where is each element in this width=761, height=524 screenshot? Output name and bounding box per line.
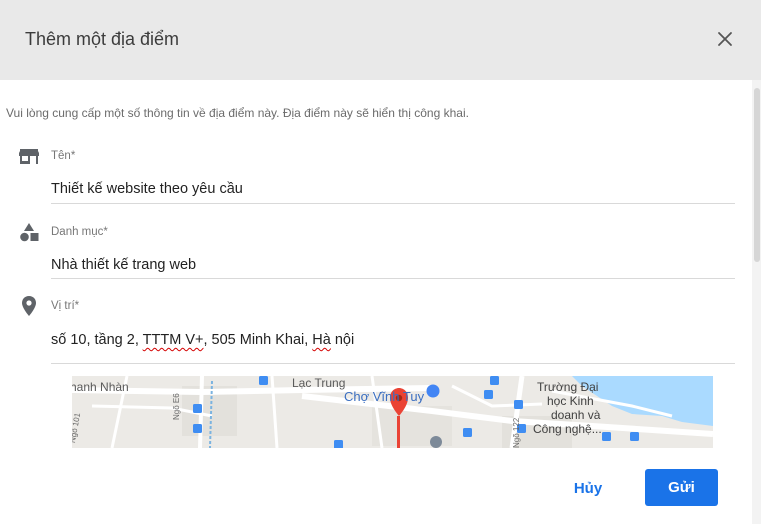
location-pin-icon [22,296,36,316]
add-place-dialog: Thêm một địa điểm Vui lòng cung cấp một … [0,0,761,524]
location-text-part: nội [330,332,355,348]
cancel-button[interactable]: Hủy [560,470,616,506]
location-label: Vị trí* [51,300,80,312]
map-label-ngo-122: Ngõ 122 [512,417,521,448]
map-label-truong-4: Công nghệ... [533,422,602,436]
map-label-thanh-nhan: hanh Nhàn [72,380,129,394]
map-label-ngo-e6: Ngõ E6 [172,393,181,420]
category-underline [51,278,735,279]
location-text-misspelled: Hà [312,332,331,348]
location-input[interactable]: số 10, tầng 2, TTTM V+, 505 Minh Khai, H… [51,332,735,348]
category-label: Danh mục* [51,226,108,238]
close-button[interactable] [710,24,740,54]
map-label-cho-vinh-tuy: Chợ Vĩnh Tuy [344,389,425,404]
location-text-part: số 10, tầng 2, [51,332,143,348]
category-input[interactable]: Nhà thiết kế trang web [51,257,735,273]
map-label-truong-3: doanh và [551,408,601,422]
location-underline [51,363,735,364]
name-input[interactable]: Thiết kế website theo yêu cầu [51,181,735,197]
category-shapes-icon [20,223,39,242]
map-label-truong-1: Trường Đại [537,380,599,394]
close-icon [718,32,732,46]
intro-text: Vui lòng cung cấp một số thông tin về đị… [6,106,469,120]
dialog-header: Thêm một địa điểm [0,0,761,80]
submit-button[interactable]: Gửi [645,469,718,506]
storefront-icon [19,149,39,164]
name-label: Tên* [51,150,76,162]
dialog-title: Thêm một địa điểm [25,29,180,49]
map-label-lac-trung: Lạc Trung [292,376,346,390]
map-preview[interactable]: hanh Nhàn Lạc Trung Chợ Vĩnh Tuy Trường … [72,376,713,448]
scrollbar-thumb[interactable] [754,88,760,262]
map-canvas [72,376,713,448]
map-label-truong-2: học Kinh [547,394,594,408]
location-text-misspelled: TTTM V+ [142,332,204,348]
name-underline [51,203,735,204]
location-text-part: , 505 Minh Khai, [203,332,313,348]
